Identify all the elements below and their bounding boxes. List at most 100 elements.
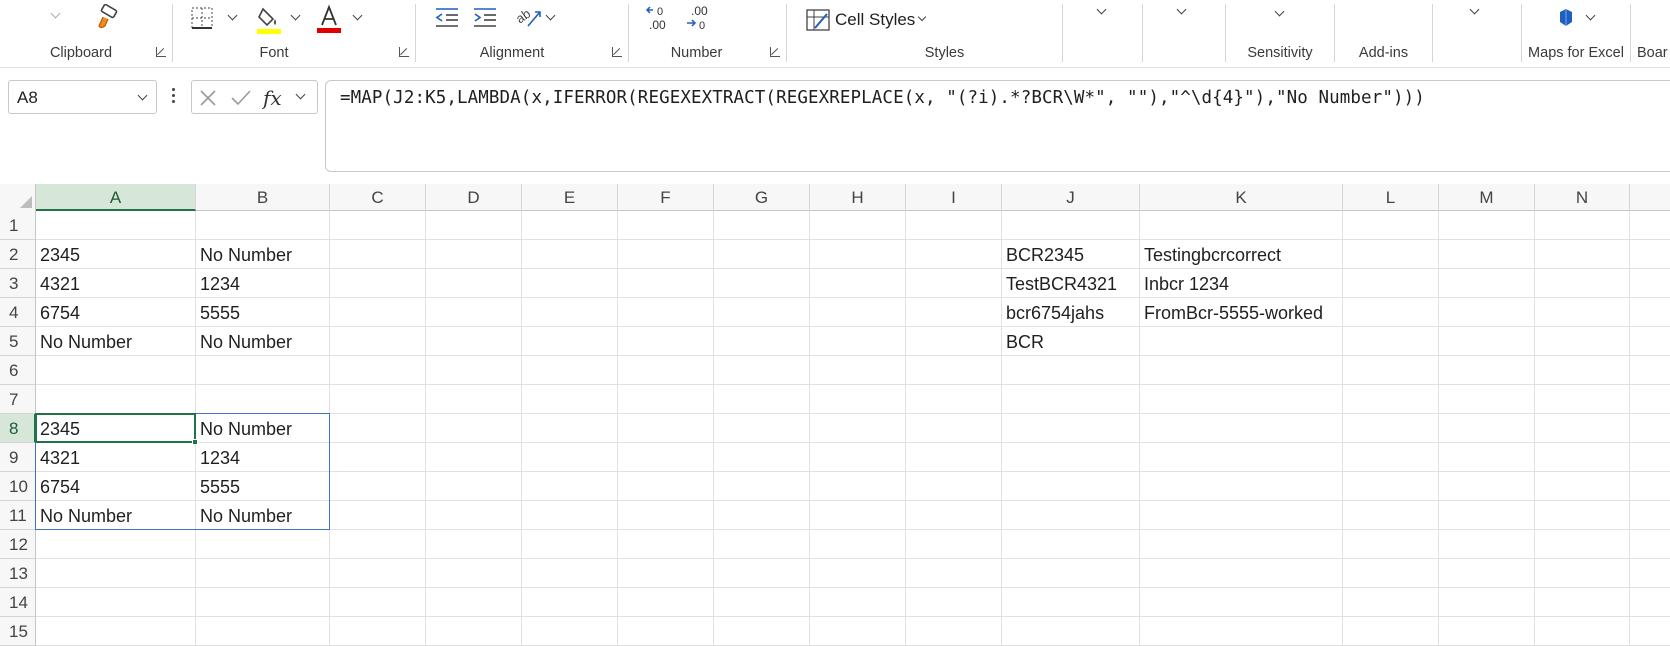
column-header-f[interactable]: F	[618, 184, 714, 211]
font-color-chevron-icon[interactable]	[352, 10, 363, 21]
function-chevron-icon[interactable]	[295, 89, 306, 100]
row-header-11[interactable]: 11	[0, 501, 36, 530]
cell-j4[interactable]: bcr6754jahs	[1002, 298, 1104, 327]
row-header-7[interactable]: 7	[0, 385, 36, 414]
orientation-chevron-icon[interactable]	[545, 10, 556, 21]
worksheet-grid[interactable]: ABCDEFGHIJKLMN 1 2 3 4 5 6 7 8 9 10 11 12 13 14 15 234…	[0, 184, 1670, 646]
sensitivity-chevron-icon[interactable]	[1274, 6, 1285, 17]
cell-b5[interactable]: No Number	[196, 327, 292, 356]
cell-j3[interactable]: TestBCR4321	[1002, 269, 1117, 298]
alignment-group: ab Alignment	[416, 0, 628, 68]
formula-input[interactable]: =MAP(J2:K5,LAMBDA(x,IFERROR(REGEXEXTRACT…	[325, 80, 1670, 172]
cancel-icon[interactable]	[198, 88, 218, 108]
borders-icon[interactable]	[190, 6, 214, 30]
row-header-8[interactable]: 8	[0, 414, 36, 443]
orientation-icon[interactable]: ab	[513, 4, 544, 30]
ribbon: Clipboard Font ab Alignment 0 .00 .00 0 …	[0, 0, 1670, 68]
decrease-decimal-icon[interactable]: .00 0	[683, 4, 717, 32]
name-box[interactable]: A8	[8, 80, 157, 114]
font-dialog-launcher[interactable]	[399, 47, 409, 57]
editing-group-chevron-icon[interactable]	[1176, 4, 1187, 15]
more-options-icon[interactable]	[172, 86, 176, 108]
decrease-indent-icon[interactable]	[434, 6, 460, 28]
alignment-label: Alignment	[479, 45, 545, 61]
column-header-h[interactable]: H	[810, 184, 906, 211]
alignment-dialog-launcher[interactable]	[612, 47, 622, 57]
cell-a2[interactable]: 2345	[36, 240, 80, 269]
board-label: Boar	[1637, 45, 1668, 61]
column-header-c[interactable]: C	[330, 184, 426, 211]
column-header-g[interactable]: G	[714, 184, 810, 211]
column-header-e[interactable]: E	[522, 184, 618, 211]
cell-styles-label: Cell Styles	[835, 10, 916, 29]
row-header-5[interactable]: 5	[0, 327, 36, 356]
font-color-icon[interactable]	[316, 4, 342, 34]
gridline-vertical	[1438, 211, 1439, 646]
row-header-15[interactable]: 15	[0, 617, 36, 646]
addins-group: Add-ins	[1335, 0, 1432, 68]
name-box-value: A8	[17, 88, 38, 107]
gridline-vertical	[713, 211, 714, 646]
row-header-3[interactable]: 3	[0, 269, 36, 298]
maps-for-excel-icon[interactable]	[1557, 8, 1575, 28]
cell-a5[interactable]: No Number	[36, 327, 132, 356]
cell-j5[interactable]: BCR	[1002, 327, 1044, 356]
cell-b2[interactable]: No Number	[196, 240, 292, 269]
formula-controls: fx	[191, 80, 318, 114]
format-painter-icon[interactable]	[94, 3, 122, 32]
row-header-4[interactable]: 4	[0, 298, 36, 327]
column-header-b[interactable]: B	[196, 184, 330, 211]
select-all-button[interactable]	[0, 184, 36, 211]
cell-a3[interactable]: 4321	[36, 269, 80, 298]
cell-k4[interactable]: FromBcr-5555-worked	[1140, 298, 1323, 327]
styles-group: Styles	[787, 0, 1062, 68]
cell-styles-button[interactable]: Cell Styles	[835, 10, 915, 30]
column-header-a[interactable]: A	[36, 184, 196, 211]
row-header-9[interactable]: 9	[0, 443, 36, 472]
column-header-j[interactable]: J	[1002, 184, 1140, 211]
addin-chevron-icon[interactable]	[1469, 4, 1480, 15]
name-box-chevron-icon[interactable]	[137, 90, 148, 101]
fill-color-icon[interactable]	[255, 5, 283, 35]
borders-chevron-icon[interactable]	[227, 10, 238, 21]
row-header-6[interactable]: 6	[0, 356, 36, 385]
column-header-i[interactable]: I	[906, 184, 1002, 211]
fill-handle[interactable]	[192, 439, 198, 445]
cell-a4[interactable]: 6754	[36, 298, 80, 327]
svg-text:.00: .00	[691, 4, 708, 18]
column-header-n[interactable]: N	[1535, 184, 1630, 211]
fill-color-chevron-icon[interactable]	[290, 10, 301, 21]
cell-b4[interactable]: 5555	[196, 298, 240, 327]
gridline-vertical	[905, 211, 906, 646]
row-header-1[interactable]: 1	[0, 211, 36, 240]
cell-j2[interactable]: BCR2345	[1002, 240, 1084, 269]
gridline-horizontal	[36, 384, 1670, 385]
row-header-10[interactable]: 10	[0, 472, 36, 501]
maps-group: Maps for Excel	[1522, 0, 1630, 68]
increase-decimal-icon[interactable]: 0 .00	[643, 4, 677, 32]
cell-styles-icon[interactable]	[805, 8, 831, 32]
column-header-k[interactable]: K	[1140, 184, 1343, 211]
gridline-vertical	[617, 211, 618, 646]
row-header-13[interactable]: 13	[0, 559, 36, 588]
styles-label: Styles	[924, 45, 965, 61]
paste-options-chevron-icon[interactable]	[50, 8, 61, 19]
row-header-12[interactable]: 12	[0, 530, 36, 559]
svg-text:.00: .00	[649, 18, 666, 32]
maps-chevron-icon[interactable]	[1585, 10, 1596, 21]
row-header-2[interactable]: 2	[0, 240, 36, 269]
column-header-d[interactable]: D	[426, 184, 522, 211]
insert-function-icon[interactable]: fx	[261, 85, 288, 111]
column-header-m[interactable]: M	[1439, 184, 1535, 211]
row-header-14[interactable]: 14	[0, 588, 36, 617]
cell-k2[interactable]: Testingbcrcorrect	[1140, 240, 1281, 269]
clipboard-dialog-launcher[interactable]	[156, 47, 166, 57]
cells-group-chevron-icon[interactable]	[1096, 4, 1107, 15]
cell-k3[interactable]: Inbcr 1234	[1140, 269, 1229, 298]
cell-b3[interactable]: 1234	[196, 269, 240, 298]
active-cell-border	[35, 413, 196, 443]
increase-indent-icon[interactable]	[472, 6, 498, 28]
enter-check-icon[interactable]	[230, 88, 252, 108]
column-header-l[interactable]: L	[1343, 184, 1439, 211]
number-dialog-launcher[interactable]	[770, 47, 780, 57]
